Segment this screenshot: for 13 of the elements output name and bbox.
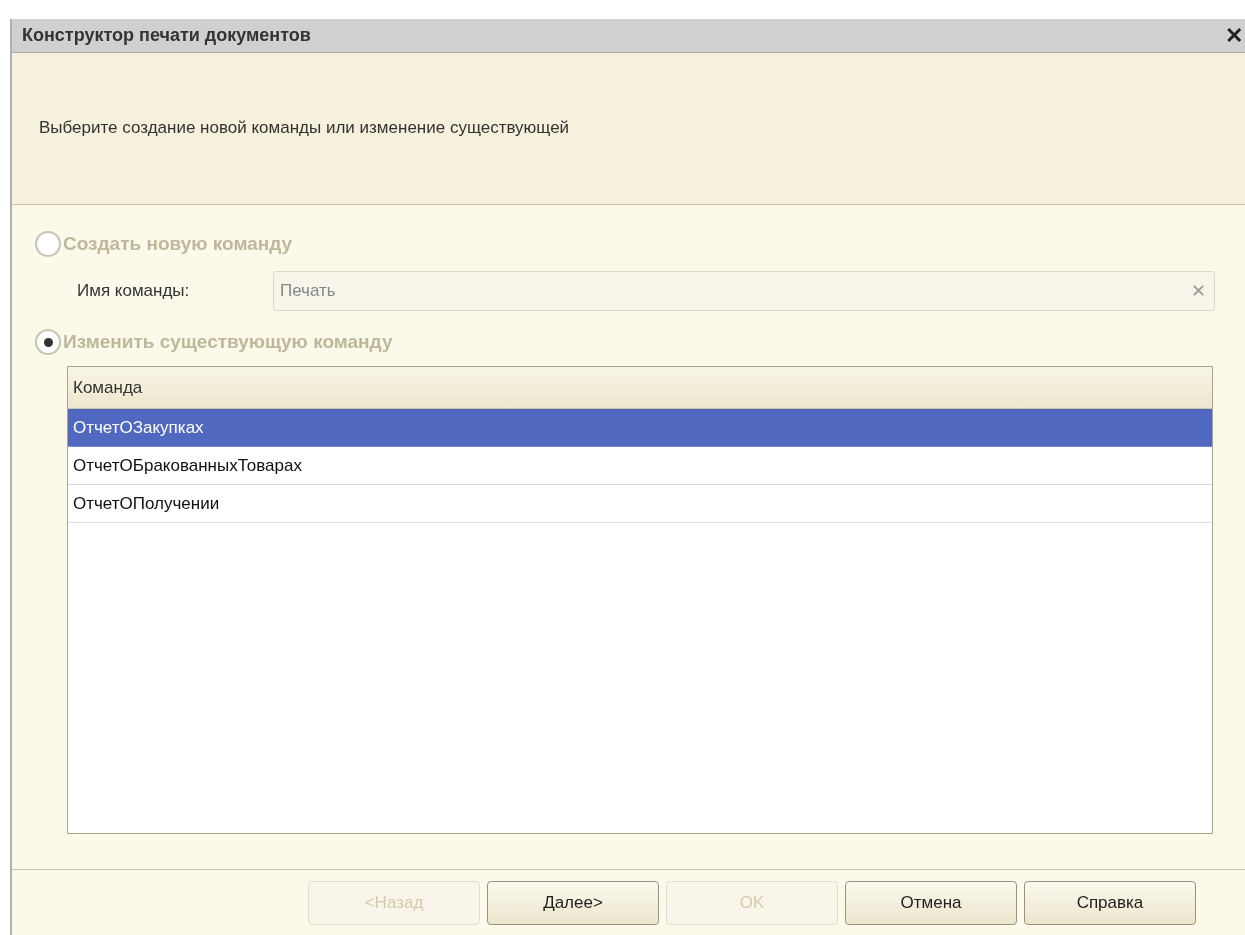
dialog-button[interactable]: Справка <box>1024 880 1196 925</box>
column-header: Команда <box>68 367 1212 409</box>
window-title: Конструктор печати документов <box>22 24 311 47</box>
dialog-button[interactable]: Отмена <box>845 880 1017 925</box>
table-row[interactable]: ОтчетОБракованныхТоварах <box>68 447 1212 485</box>
header-text: Выберите создание новой команды или изменение существующей <box>39 116 570 139</box>
field-label: Имя команды: <box>77 280 191 303</box>
table-row[interactable]: ОтчетОЗакупках <box>68 409 1212 447</box>
radio-label: Создать новую команду <box>63 231 293 256</box>
radio-label: Изменить существующую команду <box>63 329 393 354</box>
close-button[interactable]: ✕ <box>1225 24 1243 47</box>
table-row[interactable]: ОтчетОПолучении <box>68 485 1212 523</box>
dialog-button[interactable]: Далее> <box>487 880 659 925</box>
